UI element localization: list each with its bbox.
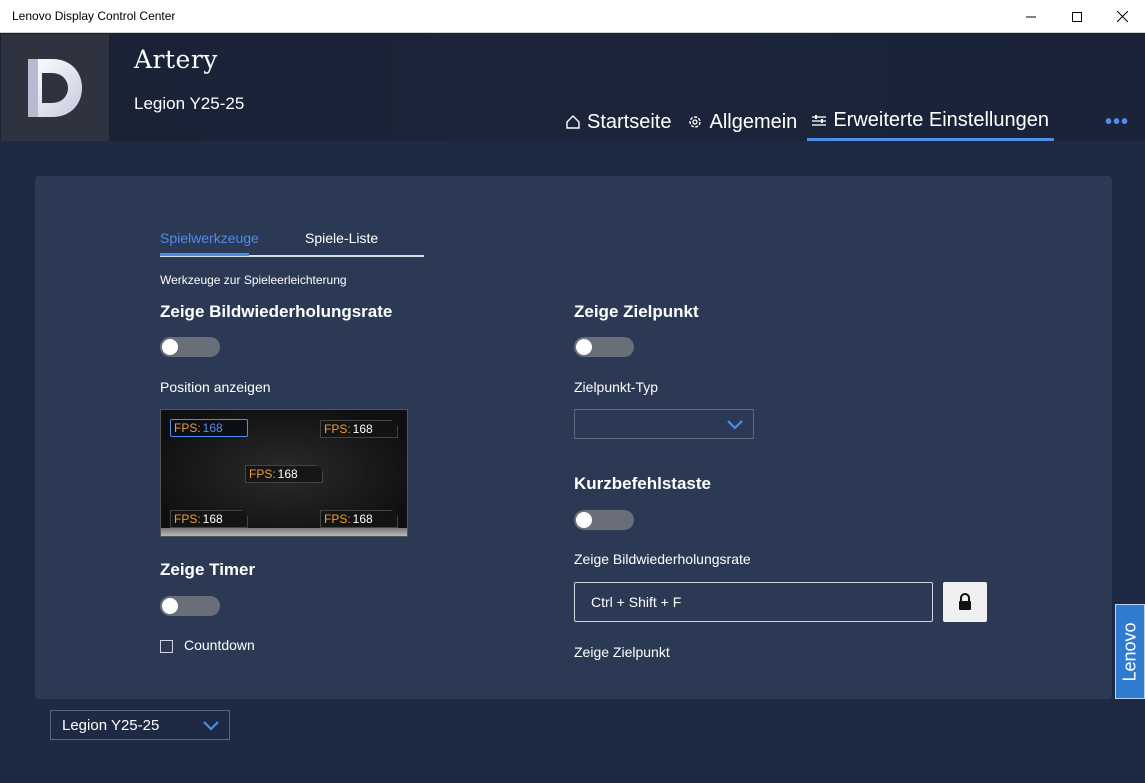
- home-icon: [566, 115, 580, 129]
- window-title: Lenovo Display Control Center: [12, 9, 176, 23]
- brand-label: Artery: [134, 45, 218, 74]
- game-tools-panel: Spielwerkzeuge Spiele-Liste Werkzeuge zu…: [35, 176, 1112, 699]
- tab-erweiterte-einstellungen[interactable]: Erweiterte Einstellungen: [807, 107, 1054, 141]
- maximize-button[interactable]: [1054, 0, 1100, 33]
- tab-label: Erweiterte Einstellungen: [833, 109, 1049, 131]
- hotkey-toggle[interactable]: [574, 510, 634, 530]
- refresh-rate-toggle[interactable]: [160, 337, 220, 357]
- chevron-down-icon: [727, 420, 743, 430]
- d-logo-icon: [28, 58, 82, 117]
- hotkey-refresh-value: Ctrl + Shift + F: [591, 594, 682, 610]
- fps-position-top-right[interactable]: FPS: 168: [320, 420, 398, 438]
- maximize-icon: [1072, 11, 1082, 22]
- sub-tabs: Spielwerkzeuge Spiele-Liste: [160, 228, 424, 257]
- timer-heading: Zeige Timer: [160, 560, 256, 579]
- countdown-checkbox[interactable]: [160, 640, 173, 653]
- model-name: Legion Y25-25: [134, 94, 245, 113]
- fps-position-center[interactable]: FPS: 168: [245, 465, 323, 483]
- close-button[interactable]: [1099, 0, 1145, 33]
- title-bar: Lenovo Display Control Center: [0, 0, 1145, 33]
- hotkey-refresh-label: Zeige Bildwiederholungsrate: [574, 551, 751, 567]
- fps-position-bottom-right[interactable]: FPS: 168: [320, 510, 398, 528]
- fps-position-bottom-left[interactable]: FPS: 168: [170, 510, 248, 528]
- monitor-select-value: Legion Y25-25: [62, 716, 160, 734]
- monitor-select[interactable]: Legion Y25-25: [50, 710, 230, 740]
- countdown-label: Countdown: [184, 637, 255, 653]
- app-header: Artery Legion Y25-25 Startseite Allgemei…: [0, 33, 1145, 141]
- app-logo: [1, 34, 109, 141]
- fps-value: 168: [352, 512, 373, 526]
- tab-allgemein[interactable]: Allgemein: [687, 107, 797, 137]
- lock-icon: [959, 593, 971, 610]
- fps-label: FPS:: [324, 422, 351, 436]
- crosshair-heading: Zeige Zielpunkt: [574, 302, 699, 321]
- position-label: Position anzeigen: [160, 379, 271, 395]
- close-icon: [1116, 11, 1128, 22]
- tab-startseite[interactable]: Startseite: [565, 107, 671, 137]
- fps-label: FPS:: [174, 421, 201, 435]
- tab-spiele-liste[interactable]: Spiele-Liste: [305, 230, 378, 246]
- monitor-stand: [161, 528, 407, 536]
- crosshair-type-select[interactable]: [574, 409, 754, 439]
- chevron-down-icon: [203, 721, 219, 731]
- gear-icon: [689, 116, 702, 128]
- fps-position-top-left[interactable]: FPS: 168: [170, 419, 248, 437]
- sliders-icon: [812, 114, 827, 126]
- fps-value: 168: [202, 421, 223, 435]
- lenovo-side-tab-label: Lenovo: [1119, 621, 1140, 682]
- brand-logo: Artery: [134, 45, 218, 74]
- hotkey-refresh-input[interactable]: Ctrl + Shift + F: [574, 582, 933, 622]
- active-tab-indicator: [160, 253, 249, 256]
- tab-spielwerkzeuge[interactable]: Spielwerkzeuge: [160, 230, 259, 246]
- main-nav: Startseite Allgemein Erweiterte Einstell…: [565, 107, 1070, 141]
- tab-label: Startseite: [587, 110, 672, 133]
- fps-value: 168: [277, 467, 298, 481]
- lenovo-side-tab[interactable]: Lenovo: [1115, 604, 1145, 699]
- hotkey-heading: Kurzbefehlstaste: [574, 474, 711, 493]
- tab-label: Allgemein: [709, 110, 798, 133]
- section-subtitle: Werkzeuge zur Spieleerleichterung: [160, 273, 347, 287]
- minimize-icon: [1026, 16, 1036, 17]
- refresh-rate-heading: Zeige Bildwiederholungsrate: [160, 302, 393, 321]
- hotkey-crosshair-label: Zeige Zielpunkt: [574, 644, 670, 660]
- crosshair-type-label: Zielpunkt-Typ: [574, 379, 659, 395]
- fps-value: 168: [202, 512, 223, 526]
- timer-toggle[interactable]: [160, 596, 220, 616]
- more-menu-button[interactable]: •••: [1105, 111, 1129, 134]
- fps-value: 168: [352, 422, 373, 436]
- minimize-button[interactable]: [1008, 0, 1054, 33]
- lock-button[interactable]: [943, 582, 987, 622]
- fps-label: FPS:: [174, 512, 201, 526]
- crosshair-toggle[interactable]: [574, 337, 634, 357]
- fps-position-preview: FPS: 168 FPS: 168 FPS: 168 FPS: 168 FPS: 168: [160, 409, 408, 537]
- fps-label: FPS:: [324, 512, 351, 526]
- fps-label: FPS:: [249, 467, 276, 481]
